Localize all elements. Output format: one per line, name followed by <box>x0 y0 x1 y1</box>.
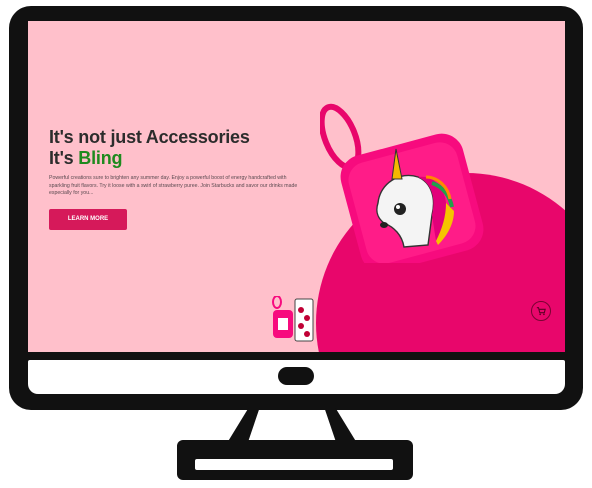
unicorn-pouch-image <box>320 103 484 263</box>
product-thumbnails <box>272 296 314 342</box>
hero-title-accent: Bling <box>78 148 123 168</box>
hero-title-line1: It's not just Accessories <box>49 127 250 147</box>
monitor-stand-base-inner <box>195 459 393 470</box>
learn-more-button[interactable]: LEARN MORE <box>49 209 127 230</box>
power-button <box>278 367 314 385</box>
website-screen: It's not just Accessories It's Bling Pow… <box>28 21 565 352</box>
hero-description: Powerful creations sure to brighten any … <box>49 175 298 196</box>
cart-button[interactable] <box>531 301 551 321</box>
hero-title-line2: It's Bling <box>49 148 122 168</box>
hero-title-prefix: It's <box>49 148 79 168</box>
shopping-cart-icon <box>536 307 546 316</box>
